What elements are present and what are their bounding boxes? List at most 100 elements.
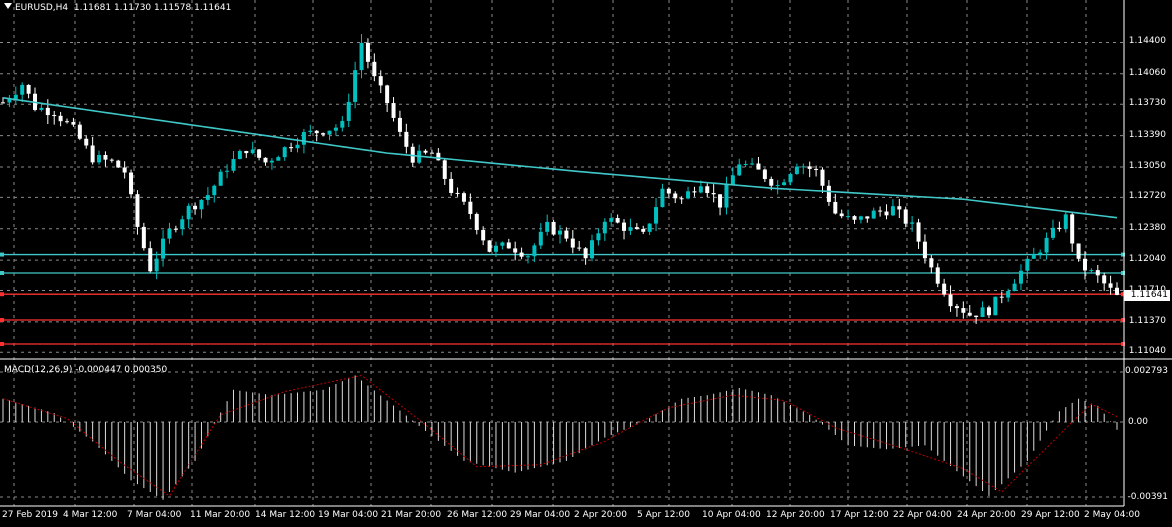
candle-body [289,147,294,149]
candle-body [308,130,313,133]
candle-body [1089,270,1094,272]
candle-body [173,228,178,230]
candle-body [980,307,985,318]
candle-body [993,296,998,316]
candle-body [506,242,511,249]
candle-body [583,248,588,259]
price-tick-label: 1.12720 [1128,191,1166,202]
candle-body [999,296,1004,298]
candle-body [109,159,114,161]
candle-body [269,160,274,163]
candle-body [513,248,518,253]
candle-body [590,240,595,259]
chart-title: EURUSD,H4 1.11681 1.11730 1.11578 1.1164… [4,3,231,13]
candle-body [237,150,242,160]
price-tick-label: 1.14060 [1128,67,1166,78]
macd-tick-label: 0.002793 [1125,366,1168,376]
candle-body [660,188,665,208]
price-tick-label: 1.13730 [1128,98,1166,109]
level-handle[interactable] [0,342,4,347]
candle-body [359,42,364,71]
level-handle[interactable] [0,252,4,257]
candle-body [615,218,620,223]
candle-body [295,144,300,149]
candle-body [161,238,166,259]
candle-body [948,294,953,307]
candle-body [654,207,659,224]
candle-body [788,173,793,183]
level-handle[interactable] [0,292,4,297]
candle-body [602,221,607,234]
time-tick-label: 24 Apr 20:00 [957,510,1016,520]
level-handle[interactable] [0,318,4,323]
candle-body [967,312,972,316]
candle-body [871,210,876,219]
candle-body [1025,258,1030,271]
candle-body [52,115,57,117]
candle-body [1076,243,1081,259]
candle-body [1012,283,1017,292]
moving-average-line [2,96,1118,219]
candle-body [180,219,185,230]
candle-body [570,238,575,248]
candle-body [647,223,652,232]
time-tick-label: 11 Mar 20:00 [190,510,251,520]
candle-body [103,155,108,160]
candle-body [545,221,550,232]
candle-body [481,229,486,241]
price-tick-label: 1.13050 [1128,160,1166,171]
candle-body [1038,252,1043,255]
candle-body [148,248,153,272]
candle-body [65,121,70,123]
time-tick-label: 10 Apr 04:00 [702,510,761,520]
candle-body [474,213,479,230]
candle-body [628,227,633,231]
candle-body [129,172,134,195]
candle-body [218,171,223,186]
macd-indicator-label: MACD(12,26,9) -0.000447 0.000350 [4,365,168,375]
candle-body [846,216,851,218]
candle-body [397,117,402,132]
candle-body [718,194,723,208]
chart-canvas[interactable] [0,0,1172,527]
candle-body [90,145,95,163]
candle-body [186,205,191,220]
candle-body [673,193,678,199]
chart-grid [0,0,1124,506]
price-tick-label: 1.11370 [1128,315,1166,326]
candle-body [378,76,383,86]
time-tick-label: 26 Mar 12:00 [447,510,508,520]
candle-body [429,152,434,154]
candle-body [878,210,883,212]
candle-body [77,124,82,139]
candle-body [974,315,979,318]
candle-body [84,138,89,146]
price-tick-label: 1.13390 [1128,129,1166,140]
candle-body [922,241,927,259]
candle-body [257,149,262,158]
candle-body [833,201,838,214]
candle-body [385,85,390,104]
level-handle[interactable] [0,271,4,275]
candle-body [58,115,63,122]
candle-body [333,127,338,131]
candle-body [340,120,345,128]
candle-body [1018,270,1023,284]
candle-body [321,133,326,135]
candle-body [858,216,863,220]
time-tick-label: 29 Apr 12:00 [1021,510,1080,520]
horizontal-levels[interactable] [0,252,1125,347]
candle-body [814,168,819,170]
candle-body [1115,287,1119,295]
candle-body [71,122,76,125]
candle-body [666,188,671,194]
macd-histogram [2,375,1118,500]
candle-body [154,258,159,272]
price-tick-label: 1.14400 [1128,36,1166,47]
candle-body [1,102,5,104]
candle-body [372,61,377,77]
candle-body [730,175,735,185]
candle-body [577,247,582,249]
candle-body [705,186,710,194]
candle-body [449,178,454,193]
